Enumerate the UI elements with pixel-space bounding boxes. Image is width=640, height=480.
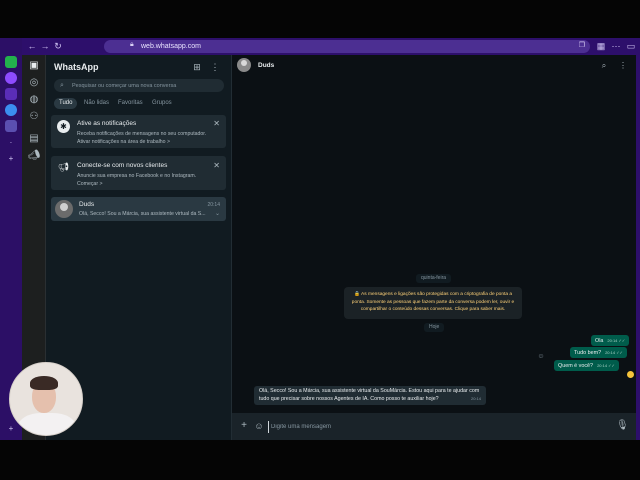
forward-icon[interactable]: → [39,40,51,52]
new-clients-title: Conecte-se com novos clientes [77,162,168,169]
notifications-description: Receba notificações de mensagens no seu … [77,131,207,137]
url-text: web.whatsapp.com [141,43,201,50]
menu-icon[interactable]: ⋮ [617,60,629,72]
whatsapp-web: ▣ ◎ ◍ ⚇ ▤ 📣︎ WhatsApp ⊞ ⋮ ⌕ Tudo Não lid… [22,55,636,440]
message-input[interactable] [268,421,598,433]
avatar [55,200,73,218]
chat-list-item[interactable]: Duds 20:14 Olá, Secco! Sou a Márcia, sua… [51,197,226,221]
browser-toolbar: ← → ↻ 🔒︎ web.whatsapp.com ❐ ▦ ⋯ ▭ [22,38,640,55]
reaction-emoji-icon [627,371,634,378]
webcam-overlay [9,362,83,436]
search-icon[interactable]: ⌕ [598,60,610,72]
incoming-message[interactable]: Olá, Secco! Sou a Márcia, sua assistente… [254,386,486,405]
composer: + ☺ 🎙︎ [232,413,636,440]
channels-icon[interactable]: ◍ [26,93,42,107]
lock-icon: 🔒︎ [130,41,134,48]
search-input[interactable] [72,79,220,92]
search-icon: ⌕ [60,82,64,89]
catalog-icon[interactable]: ▤ [26,132,42,146]
message-text: Olá, Secco! Sou a Márcia, sua assistente… [259,388,480,394]
back-icon[interactable]: ← [26,40,38,52]
megaphone-icon: 📢︎ [57,162,70,172]
new-clients-link-label: Começar [77,181,99,187]
microphone-icon[interactable]: 🎙︎ [616,420,629,432]
new-chat-icon[interactable]: ⊞ [191,61,203,73]
message-time: 20:14 ✓✓ [597,363,615,368]
screen: · + + ← → ↻ 🔒︎ web.whatsapp.com ❐ ▦ ⋯ ▭ … [0,0,640,480]
message-time: 20:14 ✓✓ [607,338,626,343]
extension-app-icon[interactable] [5,120,17,132]
attach-plus-icon[interactable]: + [238,420,250,432]
tab-icon[interactable]: ❐ [579,41,585,49]
new-clients-card[interactable]: 📢︎ Conecte-se com novos clientes Anuncie… [51,156,226,190]
message-text: Tudo bem? [574,350,602,356]
search-box[interactable]: ⌕ [54,79,224,92]
communities-icon[interactable]: ⚇ [26,110,42,124]
new-clients-link[interactable]: Começar > [77,181,103,187]
close-icon[interactable]: ✕ [213,161,220,170]
chat-time: 20:14 [207,202,220,208]
message-text: Ola [595,338,604,344]
filter-all[interactable]: Tudo [54,98,78,109]
chevron-right-icon: > [166,139,171,145]
contact-name: Duds [258,62,275,69]
message-text: Quem é você? [558,363,594,369]
outgoing-message[interactable]: Tudo bem? 20:14 ✓✓ [570,347,627,358]
chats-icon[interactable]: ▣ [26,59,42,73]
telegram-app-icon[interactable] [5,104,17,116]
browser-window: · + + ← → ↻ 🔒︎ web.whatsapp.com ❐ ▦ ⋯ ▭ … [0,38,640,440]
filter-favorites[interactable]: Favoritas [113,98,148,109]
conversation-header[interactable]: Duds ⌕ ⋮ [232,55,636,77]
conversation-panel: Duds ⌕ ⋮ quinta-feira 🔒 As mensagens e l… [232,55,636,440]
notifications-title: Ative as notificações [77,120,137,127]
status-icon[interactable]: ◎ [26,76,42,90]
outgoing-message[interactable]: Ola 20:14 ✓✓ [591,335,630,346]
date-separator: quinta-feira [416,274,452,283]
chat-name: Duds [79,201,95,208]
menu-icon[interactable]: ⋮ [209,61,221,73]
ads-icon[interactable]: 📣︎ [26,149,42,163]
whatsapp-app-icon[interactable] [5,56,17,68]
notifications-link[interactable]: Ativar notificações na área de trabalho … [77,139,170,145]
sticker-icon[interactable]: ☺ [253,420,265,432]
messenger-app-icon[interactable] [5,72,17,84]
notifications-card[interactable]: ✱ Ative as notificações Receba notificaç… [51,115,226,148]
bell-off-icon: ✱ [57,120,70,133]
filter-unread[interactable]: Não lidas [79,98,114,109]
encryption-notice[interactable]: 🔒 As mensagens e ligações são protegidas… [344,287,522,319]
top-letterbox [0,0,640,38]
app-title: WhatsApp [54,62,99,72]
more-apps-icon[interactable]: · [5,138,17,150]
window-icon[interactable]: ▭ [625,40,637,52]
close-icon[interactable]: ✕ [213,119,220,128]
webcam-person-hair [30,376,58,390]
contact-avatar[interactable] [237,58,251,72]
extensions-icon[interactable]: ▦ [595,40,607,52]
message-time: 20:14 ✓✓ [605,350,623,355]
menu-dots-icon[interactable]: ⋯ [610,40,622,52]
filter-groups[interactable]: Grupos [147,98,177,109]
message-time: 20:14 [470,396,481,402]
chevron-right-icon: > [99,181,103,187]
emoji-reaction-icon[interactable]: ☺ [536,352,546,362]
notifications-link-label: Ativar notificações na área de trabalho [77,139,166,145]
chat-preview: Olá, Secco! Sou a Márcia, sua assistente… [79,211,206,217]
settings-plus-icon[interactable]: + [5,424,17,436]
add-app-icon[interactable]: + [5,154,17,166]
webcam-person-body [18,413,76,435]
app-icon[interactable] [5,88,17,100]
chevron-down-icon[interactable]: ⌄ [215,210,220,217]
bottom-letterbox [0,440,640,480]
message-text: tudo que precisar sobre nossos Agentes d… [259,395,439,402]
outgoing-message[interactable]: Quem é você? 20:14 ✓✓ [554,360,619,371]
new-clients-description: Anuncie sua empresa no Facebook e no Ins… [77,173,197,179]
date-separator: Hoje [424,323,445,332]
reload-icon[interactable]: ↻ [52,40,64,52]
address-bar[interactable]: 🔒︎ web.whatsapp.com ❐ [104,40,590,53]
